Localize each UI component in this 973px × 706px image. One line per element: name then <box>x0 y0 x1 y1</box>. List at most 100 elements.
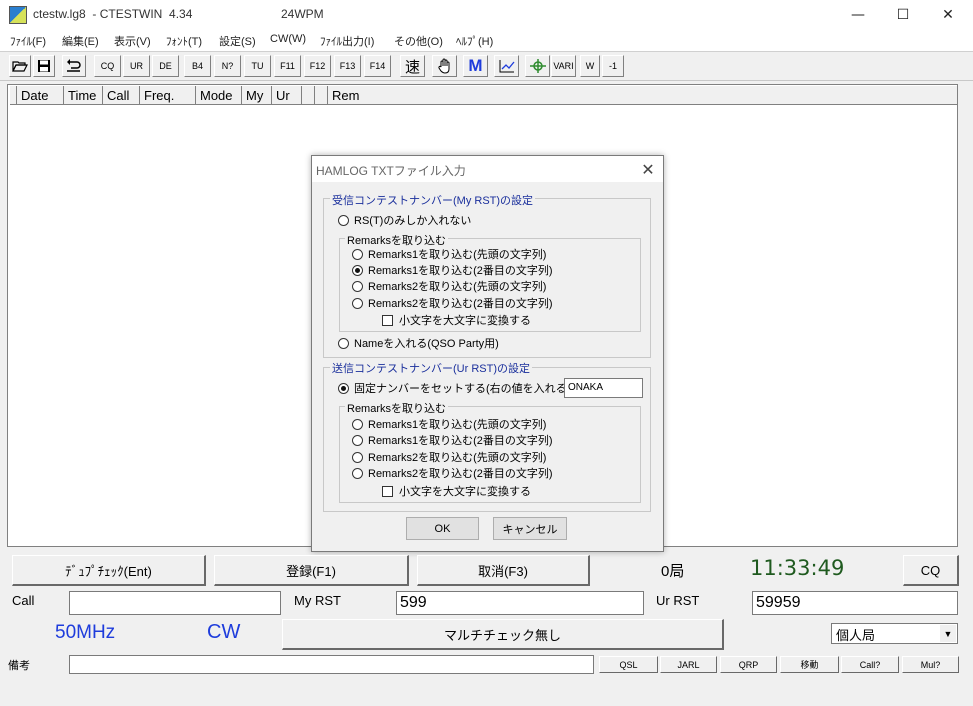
radio-indicator <box>352 418 363 430</box>
minus-one-button[interactable]: -1 <box>602 55 624 77</box>
call-input[interactable] <box>69 591 281 615</box>
option-label: Remarks1を取り込む(先頭の文字列) <box>368 249 547 261</box>
column-header-mode[interactable]: Mode <box>196 86 242 105</box>
ur-rst-group-label: 送信コンテストナンバー(Ur RST)の設定 <box>330 360 532 376</box>
call-query-button[interactable]: Call? <box>841 656 899 673</box>
f14-key-button[interactable]: F14 <box>364 55 391 77</box>
radio-indicator <box>338 337 349 349</box>
m-button[interactable]: M <box>463 55 488 77</box>
menu-edit[interactable]: 編集(E) <box>62 33 99 49</box>
cancel-entry-button[interactable]: 取消(F3) <box>417 555 590 586</box>
chevron-down-icon[interactable]: ▼ <box>940 625 956 642</box>
undo-icon <box>67 59 81 72</box>
jarl-button[interactable]: JARL <box>660 656 717 673</box>
ur-uppercase-checkbox[interactable]: 小文字を大文字に変換する <box>382 483 531 499</box>
checkbox-indicator <box>382 314 393 326</box>
column-header-time[interactable]: Time <box>64 86 103 105</box>
column-header-rem[interactable]: Rem <box>328 86 957 105</box>
my-remarks1-second-radio[interactable]: Remarks1を取り込む(2番目の文字列) <box>352 262 553 278</box>
my-rst-group-label: 受信コンテストナンバー(My RST)の設定 <box>330 192 536 208</box>
menu-cw[interactable]: CW(W) <box>270 33 306 45</box>
open-button[interactable] <box>9 55 31 77</box>
cq-button[interactable]: CQ <box>903 555 959 586</box>
column-header-ur[interactable]: Ur <box>272 86 302 105</box>
ur-remarks2-first-radio[interactable]: Remarks2を取り込む(先頭の文字列) <box>352 449 546 465</box>
column-header-freq[interactable]: Freq. <box>140 86 196 105</box>
multi-check-button[interactable]: マルチチェック無し <box>282 619 724 650</box>
ur-rst-input[interactable]: 59959 <box>752 591 958 615</box>
fixed-number-input[interactable]: ONAKA <box>564 378 643 398</box>
ok-button[interactable]: OK <box>406 517 479 540</box>
rst-only-radio[interactable]: RS(T)のみしか入れない <box>338 212 471 228</box>
cancel-button[interactable]: キャンセル <box>493 517 567 540</box>
remarks-input[interactable] <box>69 655 594 674</box>
cq-key-button[interactable]: CQ <box>94 55 121 77</box>
f11-key-button[interactable]: F11 <box>274 55 301 77</box>
column-header-blank-2[interactable] <box>315 86 328 105</box>
speed-button[interactable]: 速 <box>400 55 425 77</box>
menu-help[interactable]: ﾍﾙﾌﾟ(H) <box>456 33 493 49</box>
ur-remarks1-first-radio[interactable]: Remarks1を取り込む(先頭の文字列) <box>352 416 546 432</box>
w-button[interactable]: W <box>580 55 600 77</box>
dialog-close-button[interactable]: ✕ <box>637 159 659 179</box>
hand-button[interactable] <box>432 55 457 77</box>
n-query-key-button[interactable]: N? <box>214 55 241 77</box>
de-key-button[interactable]: DE <box>152 55 179 77</box>
column-header-my[interactable]: My <box>242 86 272 105</box>
menu-settings[interactable]: 設定(S) <box>219 33 256 49</box>
menu-file[interactable]: ﾌｧｲﾙ(F) <box>10 33 46 49</box>
app-icon <box>9 6 27 24</box>
dialog-title-bar: HAMLOG TXTファイル入力 ✕ <box>312 156 663 182</box>
satellite-icon <box>529 59 546 73</box>
dupe-check-button[interactable]: ﾃﾞｭﾌﾟﾁｪｯｸ(Ent) <box>12 555 206 586</box>
band-indicator[interactable]: 50MHz <box>55 622 115 644</box>
multi-query-button[interactable]: Mul? <box>902 656 959 673</box>
ur-remarks2-second-radio[interactable]: Remarks2を取り込む(2番目の文字列) <box>352 465 553 481</box>
save-button[interactable] <box>33 55 55 77</box>
option-label: Remarks2を取り込む(先頭の文字列) <box>368 452 547 464</box>
f13-key-button[interactable]: F13 <box>334 55 361 77</box>
ur-key-button[interactable]: UR <box>123 55 150 77</box>
qrp-button[interactable]: QRP <box>720 656 777 673</box>
vari-button[interactable]: VARI <box>551 55 576 77</box>
column-header-blank-1[interactable] <box>302 86 315 105</box>
folder-open-icon <box>12 61 28 72</box>
satellite-button[interactable] <box>525 55 550 77</box>
rst-only-label: RS(T)のみしか入れない <box>354 215 472 227</box>
menu-view[interactable]: 表示(V) <box>114 33 151 49</box>
column-header-call[interactable]: Call <box>103 86 140 105</box>
radio-indicator <box>352 297 363 309</box>
my-uppercase-checkbox[interactable]: 小文字を大文字に変換する <box>382 312 531 328</box>
close-button[interactable]: ✕ <box>925 0 971 30</box>
name-option-radio[interactable]: Nameを入れる(QSO Party用) <box>338 335 499 351</box>
my-rst-label: My RST <box>294 593 341 608</box>
option-label: Remarks1を取り込む(先頭の文字列) <box>368 419 547 431</box>
ur-remarks1-second-radio[interactable]: Remarks1を取り込む(2番目の文字列) <box>352 432 553 448</box>
f12-key-button[interactable]: F12 <box>304 55 331 77</box>
my-remarks2-first-radio[interactable]: Remarks2を取り込む(先頭の文字列) <box>352 278 546 294</box>
mode-indicator[interactable]: CW <box>207 621 240 644</box>
menu-file-output[interactable]: ﾌｧｲﾙ出力(I) <box>320 33 374 49</box>
fixed-number-radio[interactable]: 固定ナンバーをセットする(右の値を入れる) <box>338 380 570 396</box>
option-label: Remarks2を取り込む(2番目の文字列) <box>368 468 553 480</box>
station-type-select[interactable]: 個人局 ▼ <box>831 623 958 644</box>
maximize-button[interactable]: ☐ <box>880 0 926 30</box>
menu-other[interactable]: その他(O) <box>394 33 443 49</box>
station-type-value: 個人局 <box>836 628 876 643</box>
column-header-date[interactable]: Date <box>17 86 64 105</box>
close-icon: ✕ <box>942 7 954 23</box>
menu-font[interactable]: ﾌｫﾝﾄ(T) <box>166 33 202 49</box>
hand-icon <box>437 58 449 74</box>
graph-button[interactable] <box>494 55 519 77</box>
my-remarks1-first-radio[interactable]: Remarks1を取り込む(先頭の文字列) <box>352 246 546 262</box>
qsl-button[interactable]: QSL <box>599 656 658 673</box>
radio-indicator <box>352 434 363 446</box>
tu-key-button[interactable]: TU <box>244 55 271 77</box>
b4-key-button[interactable]: B4 <box>184 55 211 77</box>
my-remarks2-second-radio[interactable]: Remarks2を取り込む(2番目の文字列) <box>352 295 553 311</box>
portable-button[interactable]: 移動 <box>780 656 839 673</box>
minimize-button[interactable]: — <box>835 0 881 30</box>
my-rst-input[interactable]: 599 <box>396 591 644 615</box>
undo-button[interactable] <box>62 55 86 77</box>
register-button[interactable]: 登録(F1) <box>214 555 409 586</box>
